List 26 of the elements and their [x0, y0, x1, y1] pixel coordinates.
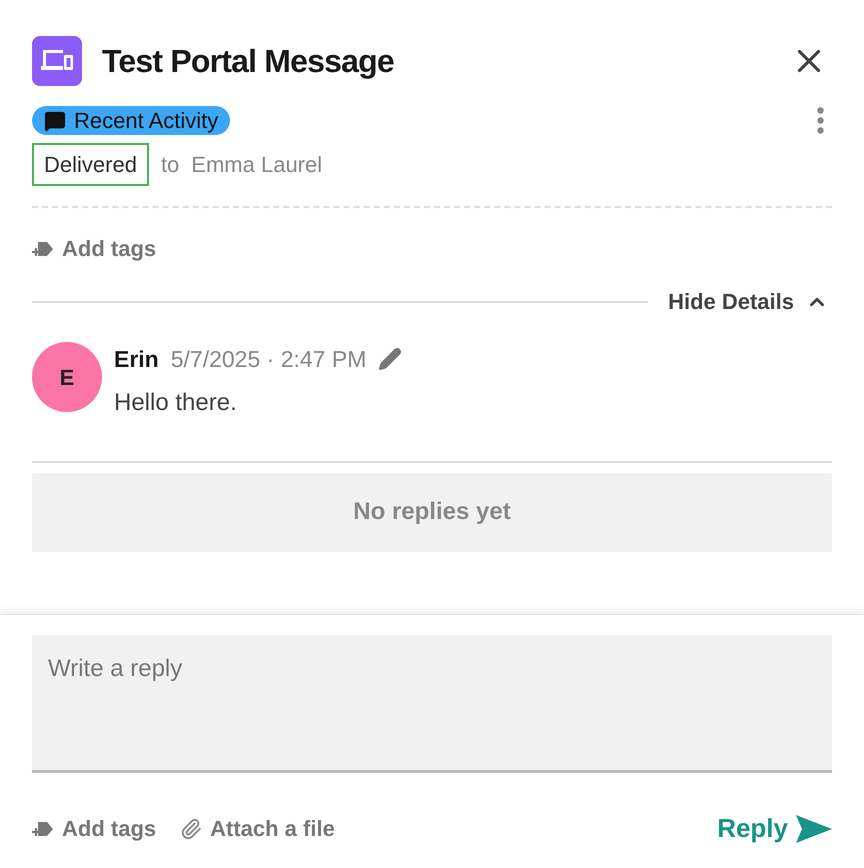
no-replies-banner: No replies yet — [32, 472, 832, 552]
author-name: Erin — [114, 345, 159, 374]
status-badge: Delivered — [32, 143, 149, 186]
edit-button[interactable] — [378, 347, 402, 372]
reply-button[interactable]: Reply — [717, 809, 832, 848]
avatar: E — [32, 342, 102, 412]
recipient-name: Emma Laurel — [191, 151, 322, 179]
more-options-button[interactable] — [817, 107, 824, 134]
recipient-prefix: to — [160, 151, 180, 179]
add-tags-button[interactable]: Add tags — [32, 812, 156, 845]
more-vertical-icon — [817, 107, 824, 134]
paperclip-icon — [180, 818, 202, 840]
send-icon — [796, 814, 832, 842]
chat-icon — [44, 110, 66, 132]
device-app-icon — [32, 36, 82, 86]
reply-field[interactable]: Write a reply — [32, 635, 832, 773]
pencil-icon — [378, 347, 402, 372]
message-body: Hello there. — [114, 388, 238, 418]
add-tags-button[interactable]: Add tags — [32, 232, 156, 265]
hide-details-button[interactable]: Hide Details — [668, 285, 828, 318]
add-tag-icon — [32, 240, 54, 258]
attach-file-button[interactable]: Attach a file — [180, 812, 335, 845]
window-title: Test Portal Message — [102, 42, 394, 81]
add-tag-icon — [32, 820, 54, 838]
recent-activity-chip: Recent Activity — [32, 106, 230, 135]
message-timestamp: 5/7/2025 · 2:47 PM — [170, 345, 366, 374]
